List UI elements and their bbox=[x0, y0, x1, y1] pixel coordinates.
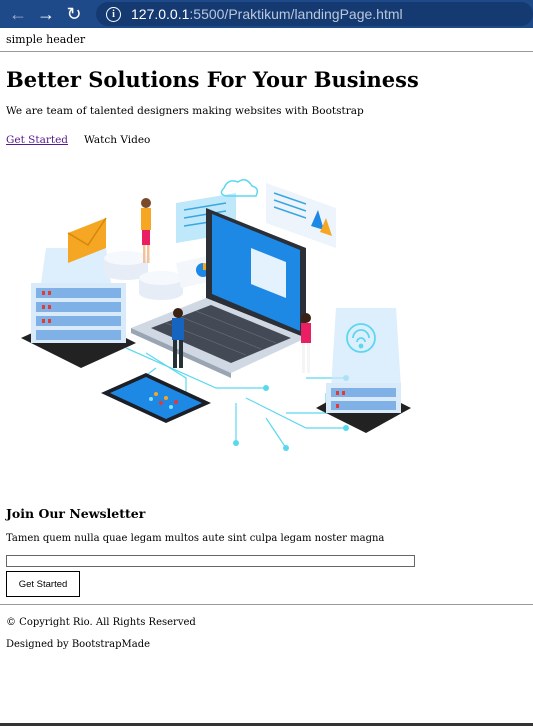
address-bar[interactable]: i 127.0.0.1:5500/Praktikum/landingPage.h… bbox=[96, 2, 533, 26]
url-host: 127.0.0.1 bbox=[131, 6, 190, 22]
url-path: :5500/Praktikum/landingPage.html bbox=[189, 6, 403, 22]
page-content: simple header Better Solutions For Your … bbox=[0, 28, 533, 650]
browser-toolbar: ← → ↻ i 127.0.0.1:5500/Praktikum/landing… bbox=[0, 0, 533, 28]
hero-illustration bbox=[21, 179, 411, 451]
right-beam bbox=[331, 308, 401, 388]
get-started-link[interactable]: Get Started bbox=[6, 134, 68, 146]
info-icon[interactable]: i bbox=[106, 6, 121, 22]
footer-divider bbox=[0, 604, 533, 605]
simple-header: simple header bbox=[6, 33, 86, 46]
newsletter-text: Tamen quem nulla quae legam multos aute … bbox=[6, 533, 385, 544]
newsletter-title: Join Our Newsletter bbox=[6, 506, 146, 521]
right-server-icon bbox=[316, 383, 411, 433]
hero-title: Better Solutions For Your Business bbox=[6, 67, 419, 92]
smartphone-icon bbox=[101, 373, 211, 423]
cloud-icon bbox=[220, 179, 259, 197]
hero-subtitle: We are team of talented designers making… bbox=[6, 105, 364, 117]
back-arrow-icon[interactable]: ← bbox=[4, 0, 32, 28]
reload-icon[interactable]: ↻ bbox=[60, 0, 88, 28]
copyright-text: © Copyright Rio. All Rights Reserved bbox=[6, 617, 196, 628]
woman-figure-left bbox=[141, 198, 151, 263]
newsletter-submit-button[interactable]: Get Started bbox=[6, 571, 80, 597]
forward-arrow-icon[interactable]: → bbox=[32, 0, 60, 28]
watch-video-link[interactable]: Watch Video bbox=[84, 134, 150, 146]
newsletter-email-input[interactable] bbox=[6, 555, 415, 567]
hero-actions: Get Started Watch Video bbox=[6, 134, 533, 146]
left-server-icon bbox=[21, 283, 136, 368]
header-divider bbox=[0, 51, 533, 52]
designed-by-text: Designed by BootstrapMade bbox=[6, 639, 151, 650]
